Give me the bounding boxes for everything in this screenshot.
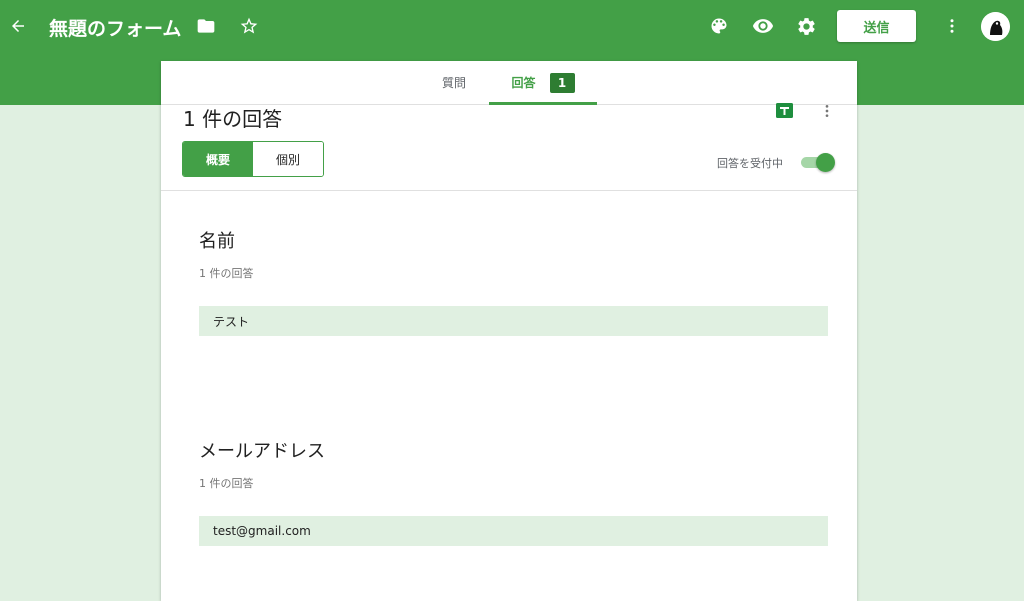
- question-title: 名前: [199, 231, 235, 252]
- gear-icon: [797, 17, 815, 35]
- question-card: 名前 1 件の回答 テスト: [199, 227, 829, 336]
- question-response-count: 1 件の回答: [199, 477, 254, 490]
- question-title: メールアドレス: [199, 441, 325, 462]
- tab-questions[interactable]: 質問: [419, 61, 489, 104]
- avatar-icon: [981, 12, 1010, 41]
- back-button[interactable]: [0, 8, 36, 44]
- create-spreadsheet-button[interactable]: [776, 103, 793, 118]
- more-vert-icon: [825, 105, 829, 117]
- responses-summary-title: 1 件の回答: [183, 107, 283, 131]
- question-response-count: 1 件の回答: [199, 267, 254, 280]
- answer-row: テスト: [199, 306, 828, 336]
- top-bar-row: 無題のフォーム 送信: [0, 0, 1024, 52]
- settings-button[interactable]: [788, 8, 824, 44]
- arrow-back-icon: [12, 20, 24, 32]
- eye-icon: [752, 19, 774, 33]
- answer-text: テスト: [213, 314, 250, 329]
- avatar[interactable]: [981, 12, 1010, 41]
- answer-row: test@gmail.com: [199, 516, 828, 546]
- responses-more-button[interactable]: [819, 103, 835, 119]
- view-segmented-control: 概要 個別: [182, 141, 324, 177]
- tab-responses[interactable]: 回答 1: [489, 61, 597, 104]
- more-vert-icon: [950, 19, 954, 33]
- tab-questions-label: 質問: [441, 76, 466, 90]
- folder-icon: [197, 19, 215, 33]
- question-card: メールアドレス 1 件の回答 test@gmail.com: [199, 437, 829, 546]
- accepting-responses-toggle[interactable]: [801, 153, 835, 172]
- star-icon: [240, 17, 258, 34]
- form-tabs: 質問 回答 1: [161, 61, 857, 105]
- section-divider: [161, 190, 857, 191]
- segment-summary-button[interactable]: 概要: [183, 142, 253, 176]
- accepting-responses-label: 回答を受付中: [717, 157, 783, 170]
- send-button[interactable]: 送信: [837, 10, 916, 42]
- form-title[interactable]: 無題のフォーム: [49, 14, 181, 41]
- responses-count-badge: 1: [549, 72, 575, 93]
- answer-text: test@gmail.com: [213, 524, 311, 538]
- spreadsheet-icon: [776, 103, 793, 118]
- palette-icon: [711, 18, 727, 34]
- tab-responses-label: 回答: [511, 76, 536, 90]
- palette-button[interactable]: [701, 8, 737, 44]
- active-tab-indicator: [489, 102, 597, 105]
- star-button[interactable]: [231, 8, 267, 44]
- more-options-button[interactable]: [934, 8, 970, 44]
- responses-sheet: 質問 回答 1 1 件の回答 概要 個別 回答を受付中 名前 1 件の回答 テス…: [161, 61, 857, 601]
- segment-individual-button[interactable]: 個別: [253, 142, 323, 176]
- folder-button[interactable]: [188, 8, 224, 44]
- preview-button[interactable]: [745, 8, 781, 44]
- toggle-knob: [816, 153, 835, 172]
